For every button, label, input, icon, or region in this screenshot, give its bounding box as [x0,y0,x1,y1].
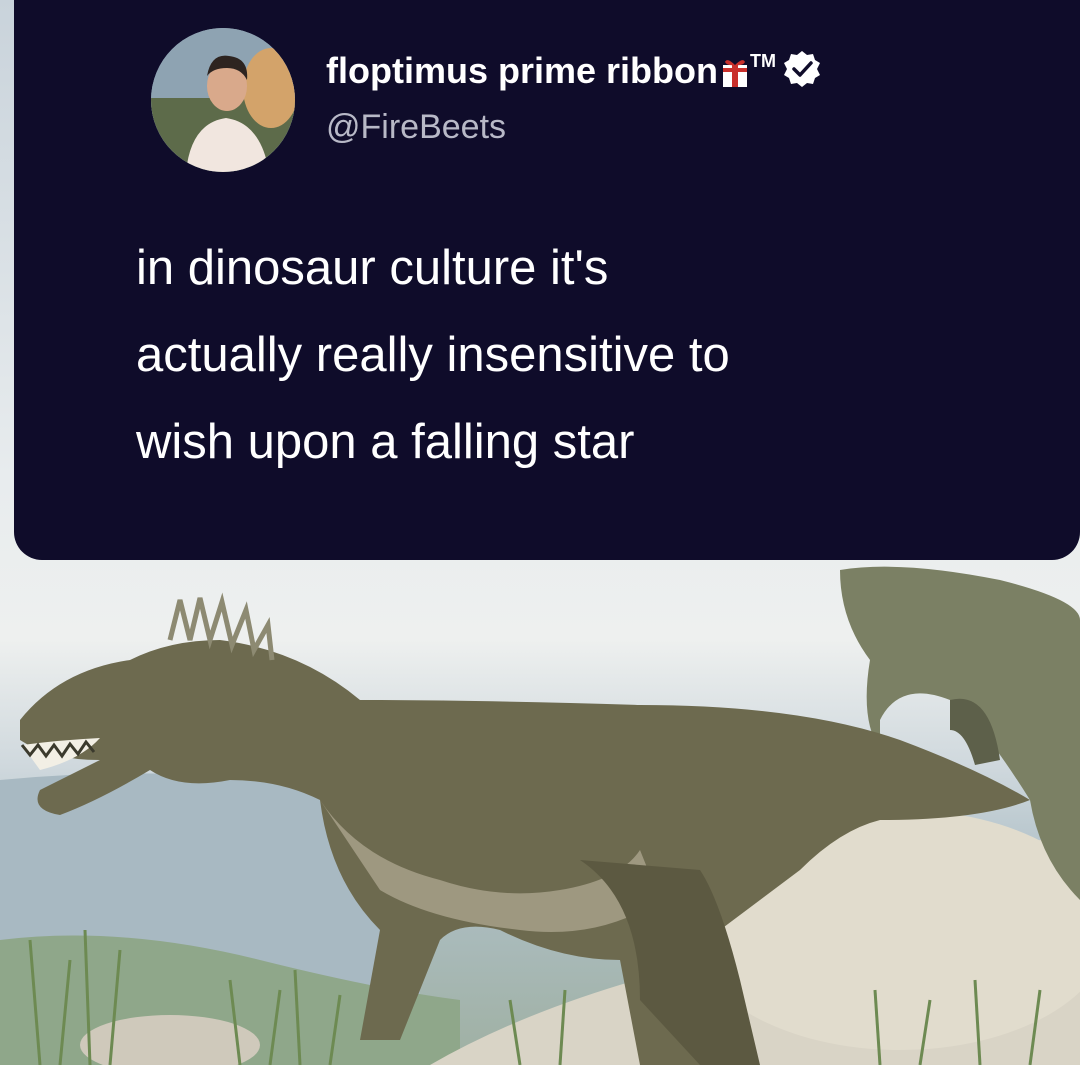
verified-badge-icon [782,49,822,89]
avatar-photo [151,28,295,172]
avatar[interactable] [151,28,295,172]
display-name[interactable]: floptimus prime ribbon [326,50,718,92]
tweet-text: in dinosaur culture it's actually really… [136,225,1036,486]
user-handle[interactable]: @FireBeets [326,108,506,147]
tweet-text-line: in dinosaur culture it's [136,241,609,295]
tweet-text-line: actually really insensitive to [136,328,730,382]
display-name-row: floptimus prime ribbon TM [326,50,822,92]
tweet-card: floptimus prime ribbon TM @FireBeets in … [14,0,1080,560]
trademark-mark: TM [750,50,776,71]
gift-ribbon-icon [722,55,748,87]
tweet-text-line: wish upon a falling star [136,415,635,469]
